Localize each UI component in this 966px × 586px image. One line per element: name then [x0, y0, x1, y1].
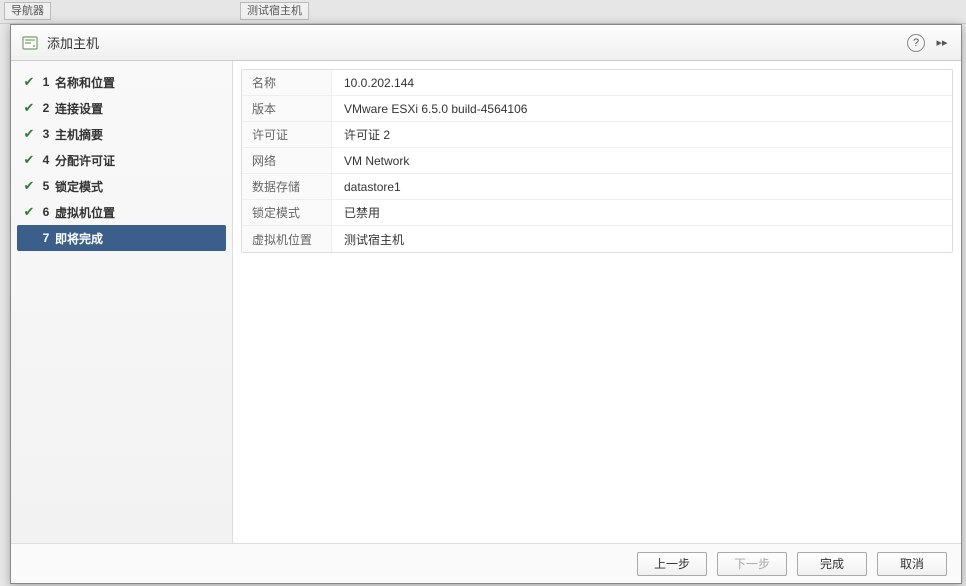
summary-row-name: 名称 10.0.202.144	[242, 70, 952, 96]
backdrop-tab: 测试宿主机	[240, 2, 309, 20]
summary-content: 名称 10.0.202.144 版本 VMware ESXi 6.5.0 bui…	[233, 61, 961, 543]
step-number: 6	[37, 205, 55, 219]
step-label: 即将完成	[55, 230, 103, 247]
step-number: 2	[37, 101, 55, 115]
check-icon: ✔	[21, 178, 37, 194]
step-number: 5	[37, 179, 55, 193]
summary-value: 测试宿主机	[332, 231, 404, 248]
summary-row-vmloc: 虚拟机位置 测试宿主机	[242, 226, 952, 252]
summary-key: 锁定模式	[242, 200, 332, 225]
summary-key: 虚拟机位置	[242, 226, 332, 252]
step-number: 3	[37, 127, 55, 141]
check-icon: ✔	[21, 152, 37, 168]
next-button: 下一步	[717, 552, 787, 576]
step-label: 锁定模式	[55, 178, 103, 195]
wizard-sidebar: ✔ 1 名称和位置 ✔ 2 连接设置 ✔ 3 主机摘要 ✔ 4 分配许可证 ✔	[11, 61, 233, 543]
check-icon: ✔	[21, 204, 37, 220]
summary-value: 已禁用	[332, 204, 380, 221]
cancel-button[interactable]: 取消	[877, 552, 947, 576]
step-number: 1	[37, 75, 55, 89]
step-ready-complete[interactable]: ✔ 7 即将完成	[17, 225, 226, 251]
step-license[interactable]: ✔ 4 分配许可证	[17, 147, 226, 173]
summary-key: 许可证	[242, 122, 332, 147]
summary-value: 许可证 2	[332, 126, 390, 143]
prev-button[interactable]: 上一步	[637, 552, 707, 576]
summary-key: 网络	[242, 148, 332, 173]
summary-row-version: 版本 VMware ESXi 6.5.0 build-4564106	[242, 96, 952, 122]
step-label: 分配许可证	[55, 152, 115, 169]
dialog-titlebar: 添加主机 ? ▸▸	[11, 25, 961, 61]
summary-value: datastore1	[332, 180, 401, 194]
help-icon[interactable]: ?	[907, 34, 925, 52]
finish-button[interactable]: 完成	[797, 552, 867, 576]
summary-key: 名称	[242, 70, 332, 95]
summary-row-network: 网络 VM Network	[242, 148, 952, 174]
summary-value: VM Network	[332, 154, 409, 168]
check-icon: ✔	[21, 100, 37, 116]
step-connection[interactable]: ✔ 2 连接设置	[17, 95, 226, 121]
summary-row-lockdown: 锁定模式 已禁用	[242, 200, 952, 226]
summary-value: 10.0.202.144	[332, 76, 414, 90]
step-vm-location[interactable]: ✔ 6 虚拟机位置	[17, 199, 226, 225]
summary-key: 版本	[242, 96, 332, 121]
summary-row-datastore: 数据存储 datastore1	[242, 174, 952, 200]
summary-key: 数据存储	[242, 174, 332, 199]
step-lockdown[interactable]: ✔ 5 锁定模式	[17, 173, 226, 199]
summary-table: 名称 10.0.202.144 版本 VMware ESXi 6.5.0 bui…	[241, 69, 953, 253]
dialog-body: ✔ 1 名称和位置 ✔ 2 连接设置 ✔ 3 主机摘要 ✔ 4 分配许可证 ✔	[11, 61, 961, 543]
backdrop-tab: 导航器	[4, 2, 51, 20]
dialog-footer: 上一步 下一步 完成 取消	[11, 543, 961, 583]
step-host-summary[interactable]: ✔ 3 主机摘要	[17, 121, 226, 147]
expand-icon[interactable]: ▸▸	[933, 34, 951, 52]
host-icon	[21, 34, 39, 52]
step-label: 虚拟机位置	[55, 204, 115, 221]
dialog-title: 添加主机	[47, 33, 899, 52]
check-icon: ✔	[21, 74, 37, 90]
summary-value: VMware ESXi 6.5.0 build-4564106	[332, 102, 527, 116]
step-label: 连接设置	[55, 100, 103, 117]
step-label: 主机摘要	[55, 126, 103, 143]
check-icon: ✔	[21, 126, 37, 142]
step-number: 7	[37, 231, 55, 245]
add-host-dialog: 添加主机 ? ▸▸ ✔ 1 名称和位置 ✔ 2 连接设置 ✔ 3 主机摘要 ✔ …	[10, 24, 962, 584]
backdrop-toolbar: 导航器 测试宿主机	[0, 0, 966, 24]
step-label: 名称和位置	[55, 74, 115, 91]
summary-row-license: 许可证 许可证 2	[242, 122, 952, 148]
step-number: 4	[37, 153, 55, 167]
step-name-location[interactable]: ✔ 1 名称和位置	[17, 69, 226, 95]
